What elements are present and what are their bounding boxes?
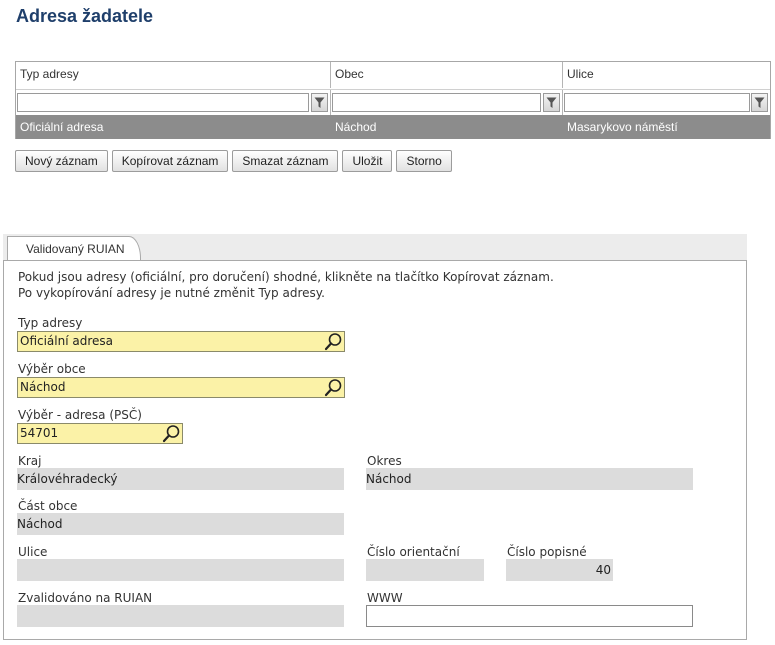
column-header-obec[interactable]: Obec — [331, 62, 563, 88]
copy-record-button[interactable]: Kopírovat záznam — [111, 150, 229, 172]
typ-adresy-label: Typ adresy — [18, 316, 83, 330]
table-cell-typ-adresy: Oficiální adresa — [20, 120, 104, 134]
filter-input-obec[interactable] — [332, 93, 541, 112]
magnifier-icon[interactable] — [324, 378, 343, 397]
table-cell-ulice: Masarykovo náměstí — [567, 120, 678, 134]
filter-cell-ulice — [563, 90, 770, 115]
cislo-popisne-value: 40 — [506, 559, 613, 581]
cislo-orientacni-value — [366, 559, 484, 581]
vyber-adresa-label: Výběr - adresa (PSČ) — [18, 408, 142, 422]
kraj-value: Královéhradecký — [17, 468, 344, 490]
info-line-1: Pokud jsou adresy (oficiální, pro doruče… — [18, 270, 554, 284]
cast-obce-label: Část obce — [18, 499, 78, 513]
column-header-typ-adresy[interactable]: Typ adresy — [16, 62, 331, 88]
zvalidovano-value — [17, 605, 344, 627]
vyber-adresa-lookup[interactable]: 54701 — [17, 423, 183, 444]
vyber-obce-value: Náchod — [20, 380, 66, 394]
filter-cell-obec — [331, 90, 563, 115]
typ-adresy-value: Oficiální adresa — [20, 334, 114, 348]
new-record-button[interactable]: Nový záznam — [15, 150, 108, 172]
vyber-obce-lookup[interactable]: Náchod — [17, 377, 345, 398]
table-cell-obec: Náchod — [335, 120, 377, 134]
typ-adresy-lookup[interactable]: Oficiální adresa — [17, 331, 345, 352]
ulice-label: Ulice — [18, 545, 48, 559]
okres-value: Náchod — [366, 468, 693, 490]
delete-record-button[interactable]: Smazat záznam — [232, 150, 339, 172]
magnifier-icon[interactable] — [162, 424, 181, 443]
filter-input-typ-adresy[interactable] — [17, 93, 309, 112]
column-header-ulice[interactable]: Ulice — [563, 62, 770, 88]
tab-bar: Validovaný RUIAN — [3, 234, 747, 261]
filter-input-ulice[interactable] — [564, 93, 750, 112]
www-input[interactable] — [366, 605, 693, 627]
table-row[interactable]: Oficiální adresa Náchod Masarykovo náměs… — [16, 115, 770, 139]
zvalidovano-label: Zvalidováno na RUIAN — [18, 591, 153, 605]
grid-filter-row — [16, 89, 770, 115]
ulice-value — [17, 559, 344, 581]
cislo-popisne-label: Číslo popisné — [507, 545, 587, 559]
filter-icon[interactable] — [751, 93, 768, 112]
address-grid: Typ adresy Obec Ulice Oficiální adresa N… — [15, 61, 771, 139]
save-button[interactable]: Uložit — [342, 150, 393, 172]
grid-header: Typ adresy Obec Ulice — [16, 62, 770, 88]
record-toolbar: Nový záznam Kopírovat záznam Smazat zázn… — [15, 150, 452, 172]
okres-label: Okres — [367, 454, 402, 468]
address-form-panel: Pokud jsou adresy (oficiální, pro doruče… — [3, 260, 747, 640]
tab-validovany-ruian[interactable]: Validovaný RUIAN — [7, 236, 141, 261]
page-title: Adresa žadatele — [16, 6, 154, 26]
www-label: WWW — [367, 591, 403, 605]
vyber-adresa-value: 54701 — [20, 426, 59, 440]
kraj-label: Kraj — [18, 454, 42, 468]
cancel-button[interactable]: Storno — [396, 150, 452, 172]
vyber-obce-label: Výběr obce — [18, 362, 86, 376]
info-text: Pokud jsou adresy (oficiální, pro doruče… — [18, 269, 554, 301]
filter-icon[interactable] — [543, 93, 560, 112]
filter-icon[interactable] — [311, 93, 328, 112]
cast-obce-value: Náchod — [17, 513, 344, 535]
filter-cell-typ-adresy — [16, 90, 331, 115]
info-line-2: Po vykopírování adresy je nutné změnit T… — [18, 286, 325, 300]
magnifier-icon[interactable] — [324, 332, 343, 351]
cislo-orientacni-label: Číslo orientační — [367, 545, 460, 559]
